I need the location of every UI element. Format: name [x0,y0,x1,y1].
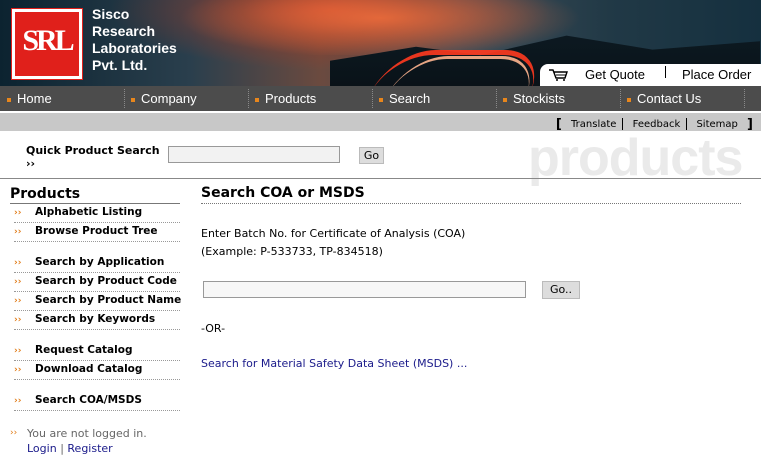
nav-label: Company [141,91,197,106]
nav-item-products[interactable]: Products [255,86,316,111]
bullet-icon [379,97,383,102]
sidebar-item-search-by-product-name[interactable]: ›› Search by Product Name [14,292,182,311]
sidebar-item-label: Search COA/MSDS [35,394,142,406]
sidebar-item-search-by-keywords[interactable]: ›› Search by Keywords [14,311,180,330]
place-order-link[interactable]: Place Order [682,67,751,82]
sidebar-item-request-catalog[interactable]: ›› Request Catalog [14,342,180,361]
nav-item-stockists[interactable]: Stockists [503,86,565,111]
login-link[interactable]: Login [27,442,57,455]
sidebar-item-label: Browse Product Tree [35,225,158,237]
company-name-line: Research [92,23,156,39]
nav-item-company[interactable]: Company [131,86,197,111]
bullet-icon [7,97,11,102]
quick-search-label-text: Quick Product Search [26,144,160,157]
company-name-line: Pvt. Ltd. [92,57,148,73]
company-name: Sisco Research Laboratories Pvt. Ltd. [92,6,177,74]
nav-separator [744,89,745,108]
quick-search-arrow: ›› [26,157,36,170]
nav-label: Products [265,91,317,106]
bullet-icon [627,97,631,102]
nav-item-contact-us[interactable]: Contact Us [627,86,701,111]
divider: | [60,442,64,455]
login-links: Login | Register [27,442,113,455]
company-name-line: Laboratories [92,40,177,56]
nav-label: Contact Us [637,91,702,106]
sidebar-item-label: Search by Product Name [35,294,182,306]
double-arrow-icon: ›› [14,258,22,268]
register-link[interactable]: Register [67,442,112,455]
nav-label: Search [389,91,431,106]
sidebar-item-label: Search by Keywords [35,313,156,325]
sidebar-item-search-by-product-code[interactable]: ›› Search by Product Code [14,273,180,292]
sidebar-item-label: Alphabetic Listing [35,206,143,218]
divider [0,178,761,179]
sidebar-item-search-coa-msds[interactable]: ›› Search COA/MSDS [14,392,180,411]
site-header: SRL Sisco Research Laboratories Pvt. Ltd… [0,0,761,86]
sidebar-item-label: Search by Application [35,256,165,268]
double-arrow-icon: ›› [14,346,22,356]
coa-example: (Example: P-533733, TP-834518) [201,245,383,258]
sidebar-item-label: Request Catalog [35,344,133,356]
nav-item-search[interactable]: Search [379,86,430,111]
quick-search-label: Quick Product Search ›› [26,144,160,170]
bullet-icon [131,97,135,102]
sidebar-item-search-by-application[interactable]: ›› Search by Application [14,254,180,273]
bullet-icon [503,97,507,102]
nav-separator [372,89,373,108]
nav-label: Home [17,91,52,106]
sidebar-item-browse-product-tree[interactable]: ›› Browse Product Tree [14,223,180,242]
nav-separator [124,89,125,108]
quote-order-bar: Get Quote Place Order [540,64,761,86]
page-title: Search COA or MSDS [201,185,365,201]
nav-separator [496,89,497,108]
sidebar-item-label: Search by Product Code [35,275,177,287]
bullet-icon [255,97,259,102]
double-arrow-icon: ›› [14,208,22,218]
coa-instruction: Enter Batch No. for Certificate of Analy… [201,227,466,240]
quick-search-input[interactable] [168,146,340,163]
coa-go-button[interactable]: Go.. [542,281,580,299]
sidebar-item-label: Download Catalog [35,363,143,375]
or-separator: -OR- [201,322,226,335]
msds-search-link[interactable]: Search for Material Safety Data Sheet (M… [201,357,467,370]
sidebar-item-download-catalog[interactable]: ›› Download Catalog [14,361,180,380]
nav-item-home[interactable]: Home [7,86,52,111]
double-arrow-icon: ›› [10,428,18,438]
batch-number-input[interactable] [203,281,526,298]
nav-separator [620,89,621,108]
double-arrow-icon: ›› [14,315,22,325]
double-arrow-icon: ›› [14,296,22,306]
double-arrow-icon: ›› [14,227,22,237]
logo-text: SRL [22,24,74,57]
bracket: ] [747,117,753,132]
double-arrow-icon: ›› [14,396,22,406]
get-quote-link[interactable]: Get Quote [585,67,645,82]
double-arrow-icon: ›› [14,277,22,287]
sidebar-item-alphabetic-listing[interactable]: ›› Alphabetic Listing [14,204,180,223]
sidebar-title: Products [10,186,81,202]
divider [665,66,666,78]
nav-separator [248,89,249,108]
main-nav: Home Company Products Search Stockists C… [0,86,761,111]
srl-logo[interactable]: SRL [11,8,83,80]
section-watermark: products [528,129,743,187]
double-arrow-icon: ›› [14,365,22,375]
divider [201,203,741,204]
quick-search-go-button[interactable]: Go [359,147,384,164]
login-status: You are not logged in. [27,427,147,440]
company-name-line: Sisco [92,6,130,22]
nav-label: Stockists [513,91,566,106]
cart-icon [548,69,568,84]
